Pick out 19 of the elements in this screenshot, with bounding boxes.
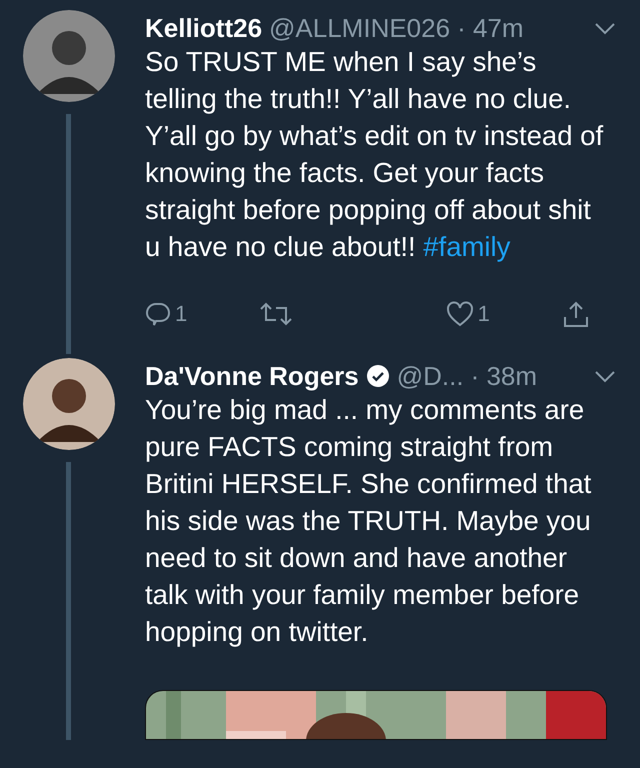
chevron-down-icon[interactable] — [594, 21, 616, 35]
reply-count: 1 — [175, 300, 188, 328]
tweet-text: You’re big mad ... my comments are pure FACTS coming straight from Britini HERSELF. She confirmed that his side was the TRUTH. Maybe you need to sit down and have another talk with your family member before hopping on twitter. — [145, 393, 592, 649]
timestamp: · 47m — [457, 12, 524, 44]
user-handle: @ALLMINE026 — [269, 12, 450, 44]
retweet-icon[interactable] — [259, 300, 294, 326]
avatar[interactable] — [22, 358, 114, 450]
user-handle: @D... — [396, 360, 464, 392]
tweet-text: So TRUST ME when I say she’s telling the truth!! Y’all have no clue. Y’all go by what’s edit on tv instead of knowing the facts. Get your facts straight before popping off about shit u have no clue about!! #family — [145, 45, 604, 264]
user-name[interactable]: Da'Vonne Rogers — [145, 356, 359, 396]
reply-icon[interactable] — [145, 300, 171, 326]
like-count: 1 — [478, 300, 490, 328]
share-icon[interactable] — [562, 300, 590, 328]
user-name[interactable]: Kelliott26 — [145, 8, 262, 48]
hashtag-link[interactable]: #family — [423, 231, 510, 262]
heart-icon[interactable] — [446, 300, 474, 326]
avatar[interactable] — [22, 10, 114, 102]
timestamp: · 38m — [470, 360, 538, 392]
chevron-down-icon[interactable] — [594, 369, 616, 383]
